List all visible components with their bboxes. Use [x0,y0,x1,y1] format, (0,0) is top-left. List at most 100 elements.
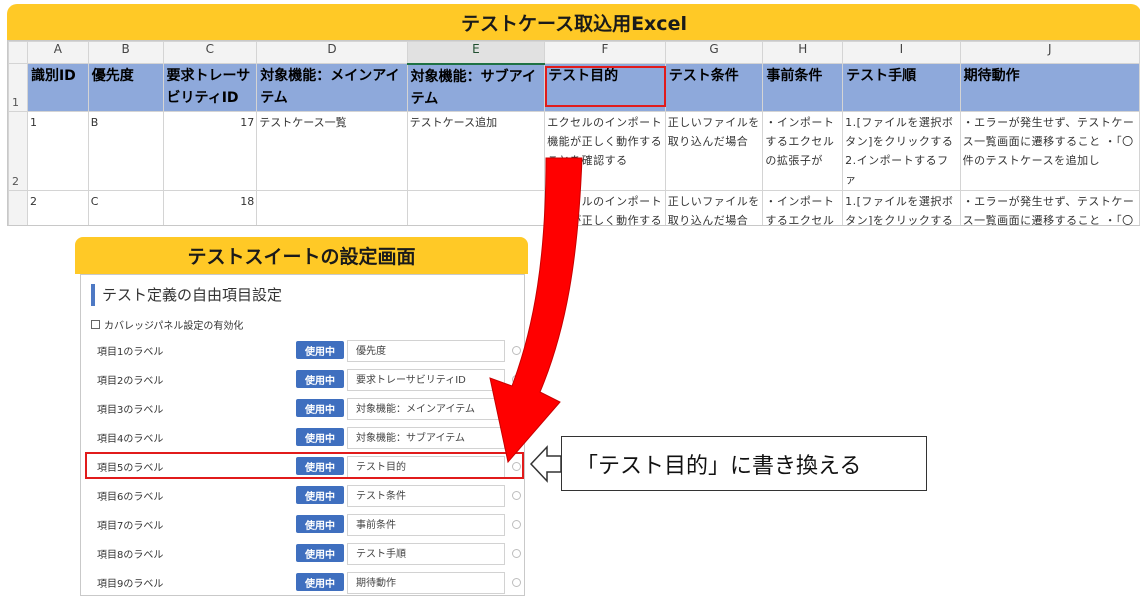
field-radio[interactable] [512,404,521,413]
header-cell[interactable]: 要求トレーサビリティID [162,63,258,112]
data-cell[interactable]: C [87,189,164,225]
in-use-button[interactable]: 使用中 [296,399,344,417]
header-cell-test-purpose[interactable]: テスト目的 [544,63,666,112]
row-number[interactable]: 1 [8,63,28,112]
in-use-button[interactable]: 使用中 [296,341,344,359]
column-header[interactable]: F [544,41,666,64]
coverage-toggle[interactable]: カバレッジパネル設定の有効化 [91,317,243,332]
row-number[interactable]: 3 [8,189,28,225]
in-use-button[interactable]: 使用中 [296,573,344,591]
excel-sheet: A B C D E F G H I J 1 識別ID 優先度 要求トレーサビリテ… [7,40,1140,226]
header-cell[interactable]: テスト手順 [842,63,961,112]
field-label-input[interactable]: テスト条件 [347,485,505,507]
excel-banner: テストケース取込用Excel [7,4,1140,40]
field-label: 項目3のラベル [97,405,164,416]
coverage-checkbox[interactable] [91,320,100,329]
column-header[interactable]: H [762,41,844,64]
field-row-8: 項目8のラベル 使用中 テスト手順 [81,543,526,565]
field-radio[interactable] [512,462,521,471]
data-cell[interactable] [406,189,546,225]
field-label: 項目5のラベル [97,463,164,474]
header-cell[interactable]: 識別ID [26,63,89,112]
column-header[interactable]: C [162,41,258,64]
data-cell[interactable]: 17 [162,110,258,191]
field-label: 項目1のラベル [97,347,164,358]
field-label-input[interactable]: テスト目的 [347,456,505,478]
field-label: 項目4のラベル [97,434,164,445]
field-label: 項目6のラベル [97,492,164,503]
field-row-9: 項目9のラベル 使用中 期待動作 [81,572,526,594]
field-radio[interactable] [512,491,521,500]
data-cell[interactable]: B [87,110,164,191]
data-cell[interactable]: 1.[ファイルを選択ボタン]をクリックする 2.インポートするファ [842,110,961,191]
field-row-5: 項目5のラベル 使用中 テスト目的 [81,456,526,478]
field-label-input[interactable]: 優先度 [347,340,505,362]
field-radio[interactable] [512,578,521,587]
hollow-left-arrow-icon [529,445,562,483]
header-cell[interactable]: 対象機能：サブアイテム [406,63,546,112]
data-cell[interactable]: ・インポートするエクセルの拡張子が [762,110,844,191]
in-use-button[interactable]: 使用中 [296,544,344,562]
field-row-7: 項目7のラベル 使用中 事前条件 [81,514,526,536]
field-label-input[interactable]: 要求トレーサビリティID [347,369,505,391]
field-label-input[interactable]: 事前条件 [347,514,505,536]
in-use-button[interactable]: 使用中 [296,486,344,504]
free-field-settings-panel: テスト定義の自由項目設定 カバレッジパネル設定の有効化 項目1のラベル 使用中 … [80,274,525,596]
data-cell[interactable]: テストケース一覧 [256,110,408,191]
column-header[interactable]: D [256,41,408,64]
field-radio[interactable] [512,549,521,558]
data-cell[interactable]: ・エラーが発生せず、テストケース一覧画面に遷移すること ・「〇件のテストケースを… [959,189,1140,225]
field-radio[interactable] [512,375,521,384]
data-cell[interactable]: エクセルのインポート機能が正しく動作することを確認する [544,110,666,191]
column-header[interactable]: G [664,41,764,64]
corner-cell[interactable] [8,41,28,64]
column-header[interactable]: A [26,41,89,64]
in-use-button[interactable]: 使用中 [296,457,344,475]
field-label-input[interactable]: 対象機能：サブアイテム [347,427,505,449]
data-cell[interactable]: 18 [162,189,258,225]
field-label: 項目2のラベル [97,376,164,387]
data-cell[interactable]: ・インポートするエクセルの拡張子が [762,189,844,225]
field-label-input[interactable]: 対象機能：メインアイテム [347,398,505,420]
header-cell[interactable]: 優先度 [87,63,164,112]
field-radio[interactable] [512,520,521,529]
header-cell[interactable]: 対象機能：メインアイテム [256,63,408,112]
data-cell[interactable]: 正しいファイルを取り込んだ場合 [664,110,764,191]
field-label-input[interactable]: テスト手順 [347,543,505,565]
row-number[interactable]: 2 [8,110,28,191]
panel-title: テスト定義の自由項目設定 [91,284,282,306]
column-header[interactable]: J [959,41,1140,64]
suite-settings-banner: テストスイートの設定画面 [75,237,528,274]
in-use-button[interactable]: 使用中 [296,370,344,388]
field-label: 項目7のラベル [97,521,164,532]
field-radio[interactable] [512,346,521,355]
in-use-button[interactable]: 使用中 [296,428,344,446]
column-header[interactable]: I [842,41,961,64]
column-header-selected[interactable]: E [406,41,546,65]
rewrite-callout: 「テスト目的」に書き換える [561,436,927,491]
data-cell[interactable]: テストケース追加 [406,110,546,191]
data-cell[interactable]: 1.[ファイルを選択ボタン]をクリックする 2.インポートするファ [842,189,961,225]
in-use-button[interactable]: 使用中 [296,515,344,533]
field-label: 項目9のラベル [97,579,164,590]
data-cell[interactable] [256,189,408,225]
data-cell[interactable]: エクセルのインポート機能が正しく動作することを確認する [544,189,666,225]
spreadsheet-grid: A B C D E F G H I J 1 識別ID 優先度 要求トレーサビリテ… [8,41,1140,225]
field-label-input[interactable]: 期待動作 [347,572,505,594]
field-row-2: 項目2のラベル 使用中 要求トレーサビリティID [81,369,526,391]
field-row-3: 項目3のラベル 使用中 対象機能：メインアイテム [81,398,526,420]
field-label: 項目8のラベル [97,550,164,561]
header-cell[interactable]: 期待動作 [959,63,1140,112]
column-header[interactable]: B [87,41,164,64]
header-cell[interactable]: テスト条件 [664,63,764,112]
data-cell[interactable]: 正しいファイルを取り込んだ場合 [664,189,764,225]
field-radio[interactable] [512,433,521,442]
data-cell[interactable]: ・エラーが発生せず、テストケース一覧画面に遷移すること ・「〇件のテストケースを… [959,110,1140,191]
field-row-4: 項目4のラベル 使用中 対象機能：サブアイテム [81,427,526,449]
coverage-label: カバレッジパネル設定の有効化 [104,321,244,332]
header-cell[interactable]: 事前条件 [762,63,844,112]
data-cell[interactable]: 2 [26,189,89,225]
data-cell[interactable]: 1 [26,110,89,191]
field-row-6: 項目6のラベル 使用中 テスト条件 [81,485,526,507]
field-row-1: 項目1のラベル 使用中 優先度 [81,340,526,362]
